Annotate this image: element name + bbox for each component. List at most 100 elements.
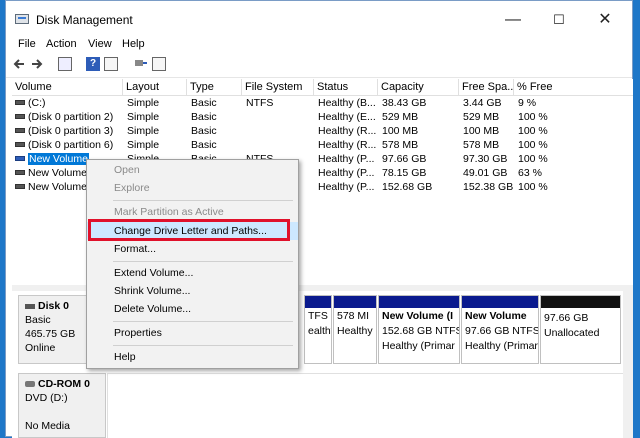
table-row[interactable]: (Disk 0 partition 2) Simple Basic Health… [12,110,633,124]
partition-line-3: Healthy (Primar [465,340,538,352]
cell-free: 97.30 GB [463,153,508,165]
menu-action[interactable]: Action [46,38,77,50]
partition-c-block[interactable]: TFS ealthy (B [304,295,332,364]
cell-layout: Simple [127,111,160,123]
table-row[interactable]: (Disk 0 partition 3) Simple Basic Health… [12,124,633,138]
col-percent-free[interactable]: % Free [514,79,633,96]
maximize-button[interactable]: ☐ [536,6,582,34]
cell-volume: (C:) [28,97,46,109]
menu-item-extend-volume[interactable]: Extend Volume... [87,264,298,282]
help-icon[interactable]: ? [86,57,100,71]
volume-icon [15,114,25,119]
cdrom-0-drive: DVD (D:) [25,392,68,404]
cell-capacity: 100 MB [382,125,419,137]
cell-type: Basic [191,139,217,151]
cell-type: Basic [191,125,217,137]
table-row[interactable]: (C:) Simple Basic NTFS Healthy (B... 38.… [12,96,633,110]
cell-free: 529 MB [463,111,500,123]
unallocated-block[interactable]: 97.66 GB Unallocated [540,295,621,364]
partition-new-volume-i-block[interactable]: New Volume (I 152.68 GB NTFS Healthy (Pr… [378,295,460,364]
partition-bar [462,296,538,308]
menu-separator [113,345,293,346]
cell-volume: (Disk 0 partition 6) [28,139,114,151]
cell-status: Healthy (P... [318,181,375,193]
window-title: Disk Management [36,13,133,27]
partition-size: 97.66 GB [544,312,589,324]
cell-fs [242,110,316,124]
menu-view[interactable]: View [88,38,112,50]
cell-capacity: 152.68 GB [382,181,433,193]
menu-item-change-drive-letter[interactable]: Change Drive Letter and Paths... [87,222,298,240]
cell-pct: 100 % [518,111,548,123]
forward-arrow-icon[interactable] [30,57,44,71]
menu-item-delete-volume[interactable]: Delete Volume... [87,300,298,318]
menu-item-explore[interactable]: Explore [87,179,298,197]
back-arrow-icon[interactable] [12,57,26,71]
cell-fs [242,138,316,152]
menu-item-help[interactable]: Help [87,348,298,366]
cell-type: Basic [191,97,217,109]
connect-icon[interactable] [134,57,148,71]
col-layout[interactable]: Layout [123,79,187,96]
table-row[interactable]: (Disk 0 partition 6) Simple Basic Health… [12,138,633,152]
cell-fs: NTFS [246,97,274,109]
cdrom-0-label[interactable]: CD-ROM 0 DVD (D:) No Media [18,373,106,438]
menu-item-format[interactable]: Format... [87,240,298,258]
cell-free: 100 MB [463,125,500,137]
cell-capacity: 78.15 GB [382,167,427,179]
menu-help[interactable]: Help [122,38,145,50]
col-type[interactable]: Type [187,79,242,96]
menu-item-open[interactable]: Open [87,161,298,179]
cell-status: Healthy (R... [318,139,377,151]
menu-item-shrink-volume[interactable]: Shrink Volume... [87,282,298,300]
volume-icon [15,184,25,189]
cd-drive-icon [25,381,35,387]
col-file-system[interactable]: File System [242,79,314,96]
properties-icon[interactable] [104,57,118,71]
partition-new-volume-block[interactable]: New Volume 97.66 GB NTFS Healthy (Primar [461,295,539,364]
partition-line-1: 578 MI [337,310,370,322]
menu-file[interactable]: File [18,38,36,50]
close-button[interactable]: ✕ [582,6,628,34]
col-free-space[interactable]: Free Spa... [459,79,514,96]
console-tree-icon[interactable] [58,57,72,71]
cell-capacity: 97.66 GB [382,153,427,165]
cell-free: 152.38 GB [463,181,514,193]
partition-578mb-block[interactable]: 578 MI Healthy [333,295,377,364]
menu-item-properties[interactable]: Properties [87,324,298,342]
list-view-icon[interactable] [152,57,166,71]
menu-item-mark-active[interactable]: Mark Partition as Active [87,203,298,221]
volume-icon [15,142,25,147]
volume-icon [15,128,25,133]
disk-management-icon [15,14,29,24]
cell-volume: (Disk 0 partition 2) [28,111,114,123]
cell-free: 3.44 GB [463,97,502,109]
cell-capacity: 38.43 GB [382,97,427,109]
cell-layout: Simple [127,125,160,137]
disk-icon [25,304,35,309]
partition-line-2: 152.68 GB NTFS [382,325,459,337]
minimize-button[interactable]: — [490,6,536,34]
cell-pct: 9 % [518,97,537,109]
selected-volume-label: New Volume [28,153,89,165]
partition-status: Unallocated [544,327,600,339]
cell-free: 49.01 GB [463,167,508,179]
cell-status: Healthy (E... [318,111,376,123]
graph-scrollbar[interactable] [623,291,633,438]
menu-separator [113,321,293,322]
cell-type: Basic [191,111,217,123]
partition-line-1: TFS [308,310,328,322]
cell-capacity: 529 MB [382,111,419,123]
cell-status: Healthy (R... [318,125,377,137]
partition-name: New Volume (I [382,310,453,322]
cell-status: Healthy (B... [318,97,376,109]
col-capacity[interactable]: Capacity [378,79,459,96]
partition-bar [379,296,459,308]
cell-layout: Simple [127,139,160,151]
context-menu: Open Explore Mark Partition as Active Ch… [86,159,299,369]
cdrom-0-area[interactable] [107,373,627,438]
col-status[interactable]: Status [314,79,378,96]
col-volume[interactable]: Volume [12,79,123,96]
cell-pct: 100 % [518,125,548,137]
partition-name: New Volume [465,310,527,322]
